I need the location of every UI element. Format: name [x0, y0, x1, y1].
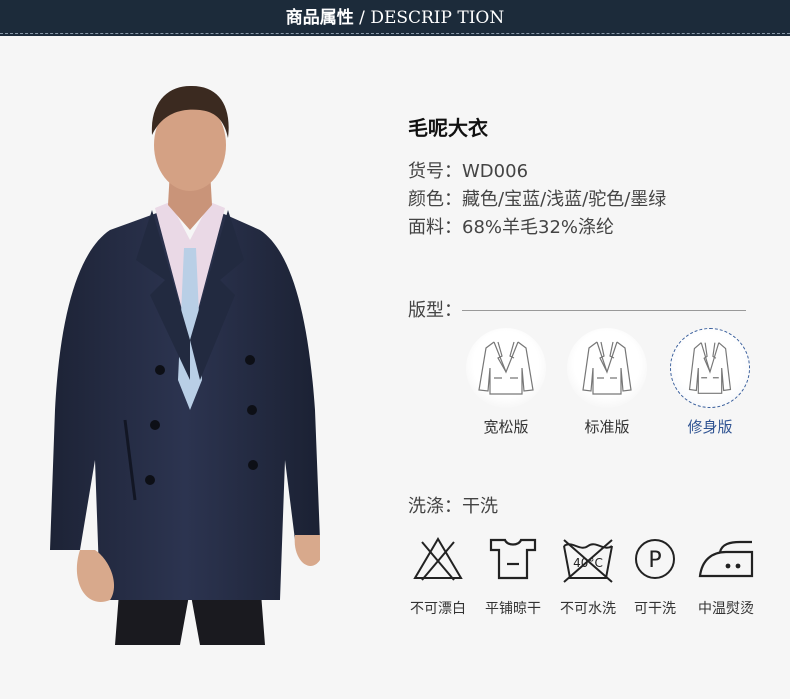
standard-fit-jacket-icon: [567, 328, 647, 408]
color-label: 颜色：: [408, 189, 462, 210]
care-label: 可干洗: [634, 601, 676, 617]
care-dry-clean: P 可干洗: [619, 534, 691, 618]
sku-label: 货号：: [408, 161, 462, 182]
fabric-label: 面料：: [408, 217, 462, 238]
section-title-cn: 商品属性: [285, 8, 354, 28]
fit-option-label: 标准版: [584, 418, 630, 436]
header-dashed-rule: [0, 33, 790, 34]
section-title: 商品属性 / DESCRIP TION: [0, 7, 790, 29]
model-photo: [50, 85, 320, 645]
fit-option-standard: 标准版: [567, 328, 647, 437]
fabric-value: 68%羊毛32%涤纶: [462, 217, 615, 238]
care-label: 不可水洗: [560, 601, 616, 617]
title-separator: /: [353, 8, 371, 28]
fit-option-slim: 修身版: [670, 328, 750, 437]
loose-fit-jacket-icon: [466, 328, 546, 408]
wash-row: 洗涤：干洗: [408, 492, 498, 518]
fit-divider: [462, 310, 746, 311]
section-header: 商品属性 / DESCRIP TION: [0, 0, 790, 36]
dry-clean-letter: P: [648, 548, 661, 573]
fit-option-loose: 宽松版: [466, 328, 546, 437]
no-bleach-icon: [413, 537, 463, 581]
care-iron-medium: 中温熨烫: [690, 534, 762, 618]
sku-row: 货号：WD006: [408, 158, 528, 186]
care-label: 中温熨烫: [698, 601, 754, 617]
care-label: 平铺晾干: [485, 601, 541, 617]
care-dry-flat: 平铺晾干: [477, 534, 549, 618]
fit-label: 版型：: [408, 300, 462, 321]
wash-temp-text: 40°C: [573, 556, 603, 570]
dry-flat-icon: [489, 538, 537, 580]
product-name: 毛呢大衣: [408, 116, 488, 140]
care-no-wash: 40°C 不可水洗: [552, 534, 624, 618]
dry-clean-icon: P: [635, 539, 675, 579]
sku-value: WD006: [462, 161, 529, 182]
no-wash-icon: 40°C: [563, 539, 613, 583]
care-no-bleach: 不可漂白: [402, 534, 474, 618]
color-value: 藏色/宝蓝/浅蓝/驼色/墨绿: [462, 189, 667, 210]
section-title-en: DESCRIP TION: [370, 8, 505, 28]
iron-medium-icon: [698, 540, 754, 578]
wash-value: 干洗: [462, 496, 498, 517]
fit-option-label-selected: 修身版: [687, 418, 733, 436]
slim-fit-jacket-icon: [670, 328, 750, 408]
color-row: 颜色：藏色/宝蓝/浅蓝/驼色/墨绿: [408, 186, 666, 214]
care-label: 不可漂白: [410, 601, 466, 617]
fit-option-label: 宽松版: [483, 418, 529, 436]
wash-label: 洗涤：: [408, 496, 462, 517]
fabric-row: 面料：68%羊毛32%涤纶: [408, 214, 614, 242]
